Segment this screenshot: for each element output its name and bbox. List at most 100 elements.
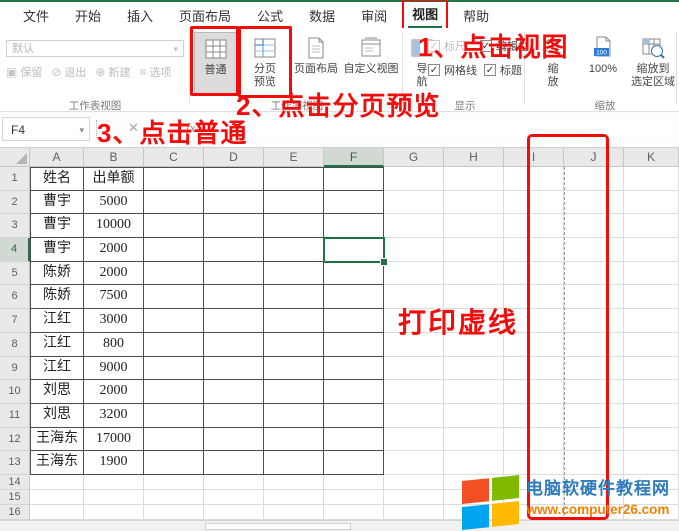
cell-E10[interactable]	[264, 380, 324, 404]
page-layout-view-button[interactable]: 页面布局	[292, 32, 340, 94]
cell-C11[interactable]	[144, 403, 204, 428]
select-all-corner[interactable]	[0, 148, 30, 167]
row-header-5[interactable]: 5	[0, 261, 30, 286]
cell-E7[interactable]	[264, 309, 324, 333]
cell-C6[interactable]	[144, 285, 204, 310]
cell-F13[interactable]	[324, 451, 384, 475]
new-view-button[interactable]: ⊕ 新建	[95, 64, 130, 80]
name-box[interactable]: F4 ▾	[2, 117, 90, 141]
cell-G14[interactable]	[384, 474, 444, 491]
cell-A9[interactable]: 江红	[30, 356, 84, 381]
cell-F3[interactable]	[324, 214, 384, 239]
view-options-button[interactable]: ≡ 选项	[139, 64, 171, 80]
cell-D13[interactable]	[204, 451, 264, 475]
cell-F6[interactable]	[324, 285, 384, 310]
row-header-14[interactable]: 14	[0, 474, 30, 491]
cell-F9[interactable]	[324, 356, 384, 381]
cell-B12[interactable]: 17000	[84, 427, 144, 452]
cell-K1[interactable]	[624, 167, 679, 191]
cell-G1[interactable]	[384, 167, 444, 191]
cell-C3[interactable]	[144, 214, 204, 239]
cell-D1[interactable]	[204, 167, 264, 191]
cell-K12[interactable]	[624, 427, 679, 452]
cell-H10[interactable]	[444, 380, 504, 404]
cell-G13[interactable]	[384, 451, 444, 475]
cell-B11[interactable]: 3200	[84, 403, 144, 428]
cell-F5[interactable]	[324, 261, 384, 286]
sheet-view-dropdown[interactable]: 默认 ▾	[6, 40, 184, 57]
cell-G4[interactable]	[384, 238, 444, 262]
cell-E9[interactable]	[264, 356, 324, 381]
cell-C10[interactable]	[144, 380, 204, 404]
cell-E3[interactable]	[264, 214, 324, 239]
cell-F10[interactable]	[324, 380, 384, 404]
cell-K6[interactable]	[624, 285, 679, 310]
fill-handle[interactable]	[380, 258, 388, 266]
cell-B13[interactable]: 1900	[84, 451, 144, 475]
exit-view-button[interactable]: ⊘ 退出	[51, 64, 86, 80]
cell-E15[interactable]	[264, 490, 324, 506]
cell-D3[interactable]	[204, 214, 264, 239]
cell-E1[interactable]	[264, 167, 324, 191]
cell-D11[interactable]	[204, 403, 264, 428]
cell-F16[interactable]	[324, 505, 384, 521]
row-header-16[interactable]: 16	[0, 505, 30, 521]
cell-D14[interactable]	[204, 474, 264, 491]
cell-H9[interactable]	[444, 356, 504, 381]
cell-E14[interactable]	[264, 474, 324, 491]
tab-file[interactable]: 文件	[10, 2, 62, 29]
headings-checkbox[interactable]: ✓ 标题	[484, 62, 522, 78]
cell-H12[interactable]	[444, 427, 504, 452]
row-header-4[interactable]: 4	[0, 238, 30, 262]
cell-E2[interactable]	[264, 190, 324, 215]
cell-K10[interactable]	[624, 380, 679, 404]
cell-G9[interactable]	[384, 356, 444, 381]
tab-insert[interactable]: 插入	[114, 2, 166, 29]
cell-B4[interactable]: 2000	[84, 238, 144, 262]
cell-A6[interactable]: 陈娇	[30, 285, 84, 310]
cell-H5[interactable]	[444, 261, 504, 286]
cell-D10[interactable]	[204, 380, 264, 404]
cell-B16[interactable]	[84, 505, 144, 521]
cell-C14[interactable]	[144, 474, 204, 491]
cell-K5[interactable]	[624, 261, 679, 286]
row-header-9[interactable]: 9	[0, 356, 30, 381]
cell-H3[interactable]	[444, 214, 504, 239]
row-header-6[interactable]: 6	[0, 285, 30, 310]
column-header-H[interactable]: H	[444, 148, 504, 167]
keep-view-button[interactable]: ▣ 保留	[6, 64, 42, 80]
cell-E5[interactable]	[264, 261, 324, 286]
cell-C7[interactable]	[144, 309, 204, 333]
cell-G12[interactable]	[384, 427, 444, 452]
cell-F7[interactable]	[324, 309, 384, 333]
cell-D9[interactable]	[204, 356, 264, 381]
cell-E16[interactable]	[264, 505, 324, 521]
cell-H2[interactable]	[444, 190, 504, 215]
cell-H4[interactable]	[444, 238, 504, 262]
cell-A7[interactable]: 江红	[30, 309, 84, 333]
cell-D2[interactable]	[204, 190, 264, 215]
gridlines-checkbox[interactable]: ✓ 网格线	[428, 62, 477, 78]
row-header-11[interactable]: 11	[0, 403, 30, 428]
cell-E12[interactable]	[264, 427, 324, 452]
row-header-1[interactable]: 1	[0, 167, 30, 191]
cell-C13[interactable]	[144, 451, 204, 475]
cell-H1[interactable]	[444, 167, 504, 191]
cell-D12[interactable]	[204, 427, 264, 452]
tab-home[interactable]: 开始	[62, 2, 114, 29]
cell-B15[interactable]	[84, 490, 144, 506]
cell-C8[interactable]	[144, 332, 204, 357]
column-header-G[interactable]: G	[384, 148, 444, 167]
tab-data[interactable]: 数据	[296, 2, 348, 29]
cell-K9[interactable]	[624, 356, 679, 381]
cell-B1[interactable]: 出单额	[84, 167, 144, 191]
zoom-to-selection-button[interactable]: 缩放到 选定区域	[628, 32, 678, 94]
scrollbar-thumb[interactable]	[205, 523, 351, 530]
row-header-2[interactable]: 2	[0, 190, 30, 215]
cell-K8[interactable]	[624, 332, 679, 357]
cell-K11[interactable]	[624, 403, 679, 428]
cell-D5[interactable]	[204, 261, 264, 286]
cell-A13[interactable]: 王海东	[30, 451, 84, 475]
cell-F8[interactable]	[324, 332, 384, 357]
column-header-A[interactable]: A	[30, 148, 84, 167]
